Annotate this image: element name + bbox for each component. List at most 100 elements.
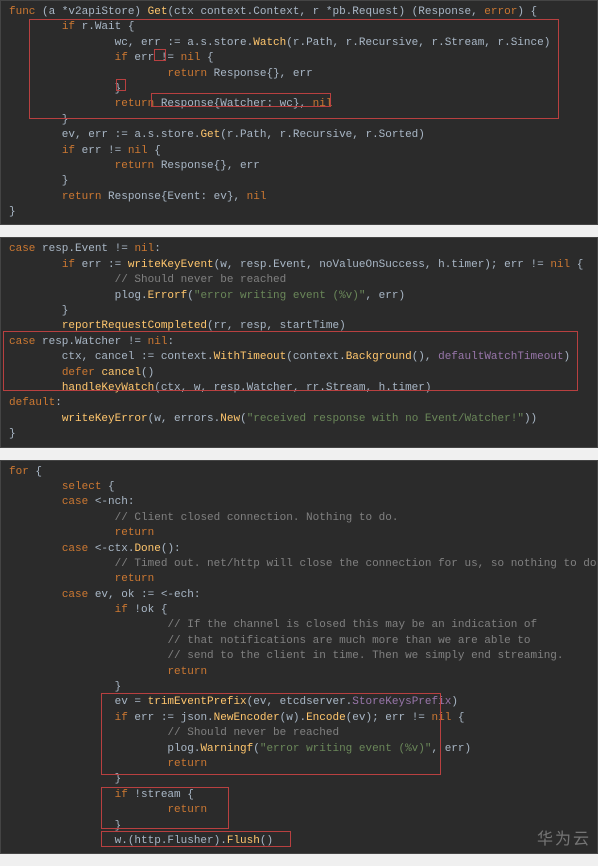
token-norm: } [9,773,121,785]
token-norm: !ok { [128,604,168,616]
token-norm: () [260,835,273,847]
code-line: return [9,757,589,772]
token-norm [9,413,62,425]
token-norm [9,367,62,379]
token-norm [9,804,167,816]
token-fn: Encode [306,712,346,724]
token-fn: reportRequestCompleted [62,320,207,332]
code-line: plog.Warningf("error writing event (%v)"… [9,742,589,757]
token-norm: plog. [9,743,200,755]
token-kw: select [62,481,102,493]
token-norm: (), [412,351,438,363]
code-line: if err := json.NewEncoder(w).Encode(ev);… [9,711,589,726]
token-norm: err := json. [128,712,214,724]
token-kw: error [484,6,517,18]
token-norm: plog. [9,290,148,302]
token-norm [9,758,167,770]
token-norm: (ctx context.Context, r *pb.Request) (Re… [167,6,484,18]
token-norm: err != [128,52,181,64]
code-line: } [9,819,589,834]
token-kw: if [115,604,128,616]
token-norm: } [9,83,121,95]
token-str: "error writing event (%v)" [260,743,432,755]
token-kw: return [115,573,155,585]
code-line: // If the channel is closed this may be … [9,618,589,633]
token-fn: Watch [253,37,286,49]
token-fn: New [220,413,240,425]
token-str: "error writing event (%v)" [194,290,366,302]
code-block-1: case resp.Event != nil: if err := writeK… [0,237,598,447]
token-norm [9,727,167,739]
token-nil: nil [313,98,333,110]
token-nil: nil [550,259,570,271]
token-norm: wc, err := a.s.store. [9,37,253,49]
token-norm [9,789,115,801]
token-nil: nil [148,336,168,348]
code-line: return [9,526,589,541]
token-cmt: // Timed out. net/http will close the co… [115,558,598,570]
code-line: } [9,427,589,442]
token-fn: Warningf [200,743,253,755]
code-line: } [9,113,589,128]
token-norm: Response{}, err [207,68,313,80]
token-norm [9,481,62,493]
code-line: // Should never be reached [9,726,589,741]
token-norm: resp.Event != [35,243,134,255]
token-kw: case [9,243,35,255]
token-norm: Response{Watcher: wc}, [154,98,312,110]
code-line: handleKeyWatch(ctx, w, resp.Watcher, rr.… [9,381,589,396]
token-norm: { [101,481,114,493]
token-norm [9,604,115,616]
token-kw: return [167,68,207,80]
token-norm [9,68,167,80]
token-norm [9,635,167,647]
token-norm [9,191,62,203]
token-norm: : [154,243,161,255]
code-line: } [9,680,589,695]
code-line: case resp.Watcher != nil: [9,335,589,350]
token-norm [9,712,115,724]
token-fn: NewEncoder [214,712,280,724]
code-line: ev = trimEventPrefix(ev, etcdserver.Stor… [9,695,589,710]
token-kw: return [115,160,155,172]
token-norm: } [9,114,68,126]
token-kw: default [9,397,55,409]
token-fn: cancel [101,367,141,379]
code-line: } [9,772,589,787]
token-norm [9,145,62,157]
code-line: if err != nil { [9,144,589,159]
token-kw: case [62,543,88,555]
token-fn: Done [134,543,160,555]
code-line: if !stream { [9,788,589,803]
token-norm: ctx, cancel := context. [9,351,214,363]
code-line: return Response{Event: ev}, nil [9,190,589,205]
token-norm [9,650,167,662]
token-norm: (w, resp.Event, noValueOnSuccess, h.time… [214,259,551,271]
token-kw: case [62,589,88,601]
token-fn: handleKeyWatch [62,382,154,394]
token-fn: Flush [227,835,260,847]
token-norm [9,496,62,508]
code-line: } [9,205,589,220]
token-norm: ev, ok := <-ech: [88,589,200,601]
code-line: return [9,803,589,818]
token-norm: err := [75,259,128,271]
token-norm: w.(http.Flusher). [9,835,227,847]
token-fn: WithTimeout [214,351,287,363]
token-kw: return [115,527,155,539]
code-line: reportRequestCompleted(rr, resp, startTi… [9,319,589,334]
token-norm: ) { [517,6,537,18]
token-norm [9,619,167,631]
token-norm [9,527,115,539]
token-kw: if [62,21,75,33]
token-nil: nil [432,712,452,724]
code-line: if r.Wait { [9,20,589,35]
token-cmt: // Should never be reached [167,727,339,739]
token-norm: (ev, etcdserver. [247,696,353,708]
token-kw: if [115,789,128,801]
token-norm: } [9,428,16,440]
token-kw: if [115,712,128,724]
token-norm: { [451,712,464,724]
token-fn: Errorf [148,290,188,302]
token-norm: (): [161,543,181,555]
